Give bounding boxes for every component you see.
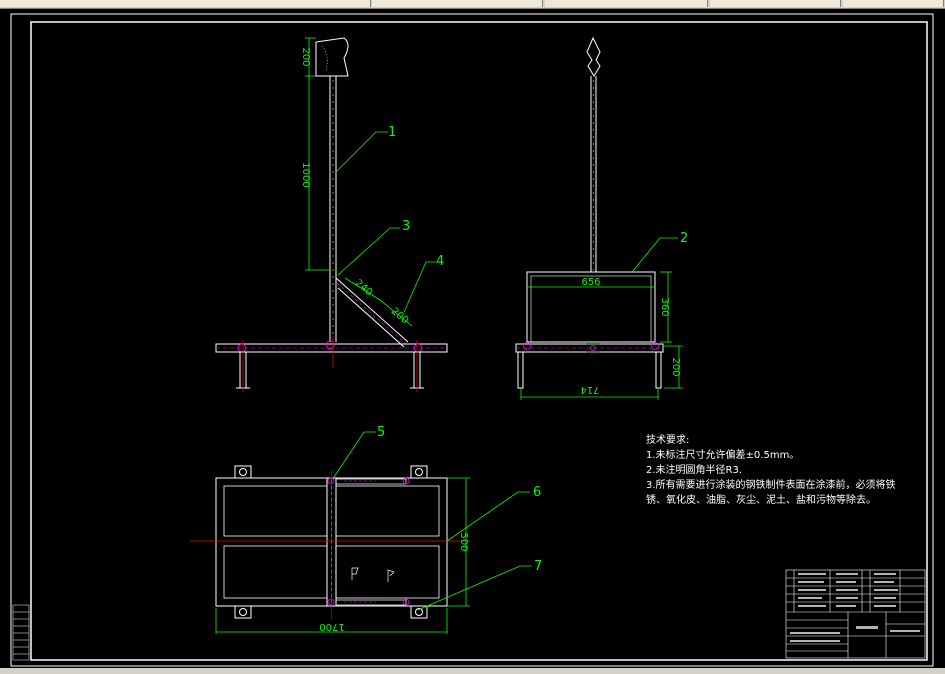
dim-500: 500 bbox=[458, 532, 469, 551]
outer-border bbox=[10, 13, 934, 667]
notes-line-2: 2.未注明圆角半径R3. bbox=[646, 465, 743, 476]
balloon-5[interactable]: 5 bbox=[377, 425, 385, 440]
notes-line-1: 1.未标注尺寸允许偏差±0.5mm。 bbox=[646, 450, 800, 461]
dim-200-leg: 200 bbox=[670, 357, 681, 376]
top-dimensions bbox=[215, 431, 532, 634]
side-view bbox=[515, 36, 664, 389]
spear-tip-outline bbox=[586, 36, 601, 77]
dim-1000-pole: 1000 bbox=[300, 162, 311, 187]
dim-360: 360 bbox=[659, 297, 670, 316]
balloon-3[interactable]: 3 bbox=[402, 219, 410, 234]
balloon-2[interactable]: 2 bbox=[680, 231, 688, 246]
front-view bbox=[215, 37, 448, 392]
dim-1700: 1700 bbox=[319, 621, 344, 632]
dim-656: 656 bbox=[581, 277, 600, 288]
title-block-text-marks bbox=[790, 573, 920, 642]
dim-200-brace: 200 bbox=[389, 306, 411, 327]
dim-714: 714 bbox=[580, 384, 599, 395]
notes-line-3: 3.所有需要进行涂装的钢铁制件表面在涂漆前，必须将铁锈、氧化皮、油脂、灰尘、泥土… bbox=[646, 480, 896, 506]
dim-200-flag: 200 bbox=[300, 47, 311, 66]
technical-requirements: 技术要求: 1.未标注尺寸允许偏差±0.5mm。 2.未注明圆角半径R3. 3.… bbox=[646, 433, 908, 508]
inner-border bbox=[30, 21, 928, 661]
top-view bbox=[190, 465, 470, 620]
flag-head-outline bbox=[315, 37, 349, 77]
balloon-6[interactable]: 6 bbox=[533, 485, 541, 500]
leader-lines-front bbox=[335, 131, 436, 313]
notes-title: 技术要求: bbox=[646, 435, 690, 446]
cad-drawing-canvas[interactable]: 200 1000 240 200 1 3 4 656 360 200 714 2… bbox=[0, 0, 945, 674]
balloon-1[interactable]: 1 bbox=[388, 125, 396, 140]
status-strip bbox=[0, 668, 945, 674]
balloon-4[interactable]: 4 bbox=[436, 254, 444, 269]
balloon-7[interactable]: 7 bbox=[534, 559, 542, 574]
side-dimensions bbox=[520, 237, 683, 400]
title-block bbox=[785, 569, 926, 659]
side-strip bbox=[12, 604, 30, 661]
